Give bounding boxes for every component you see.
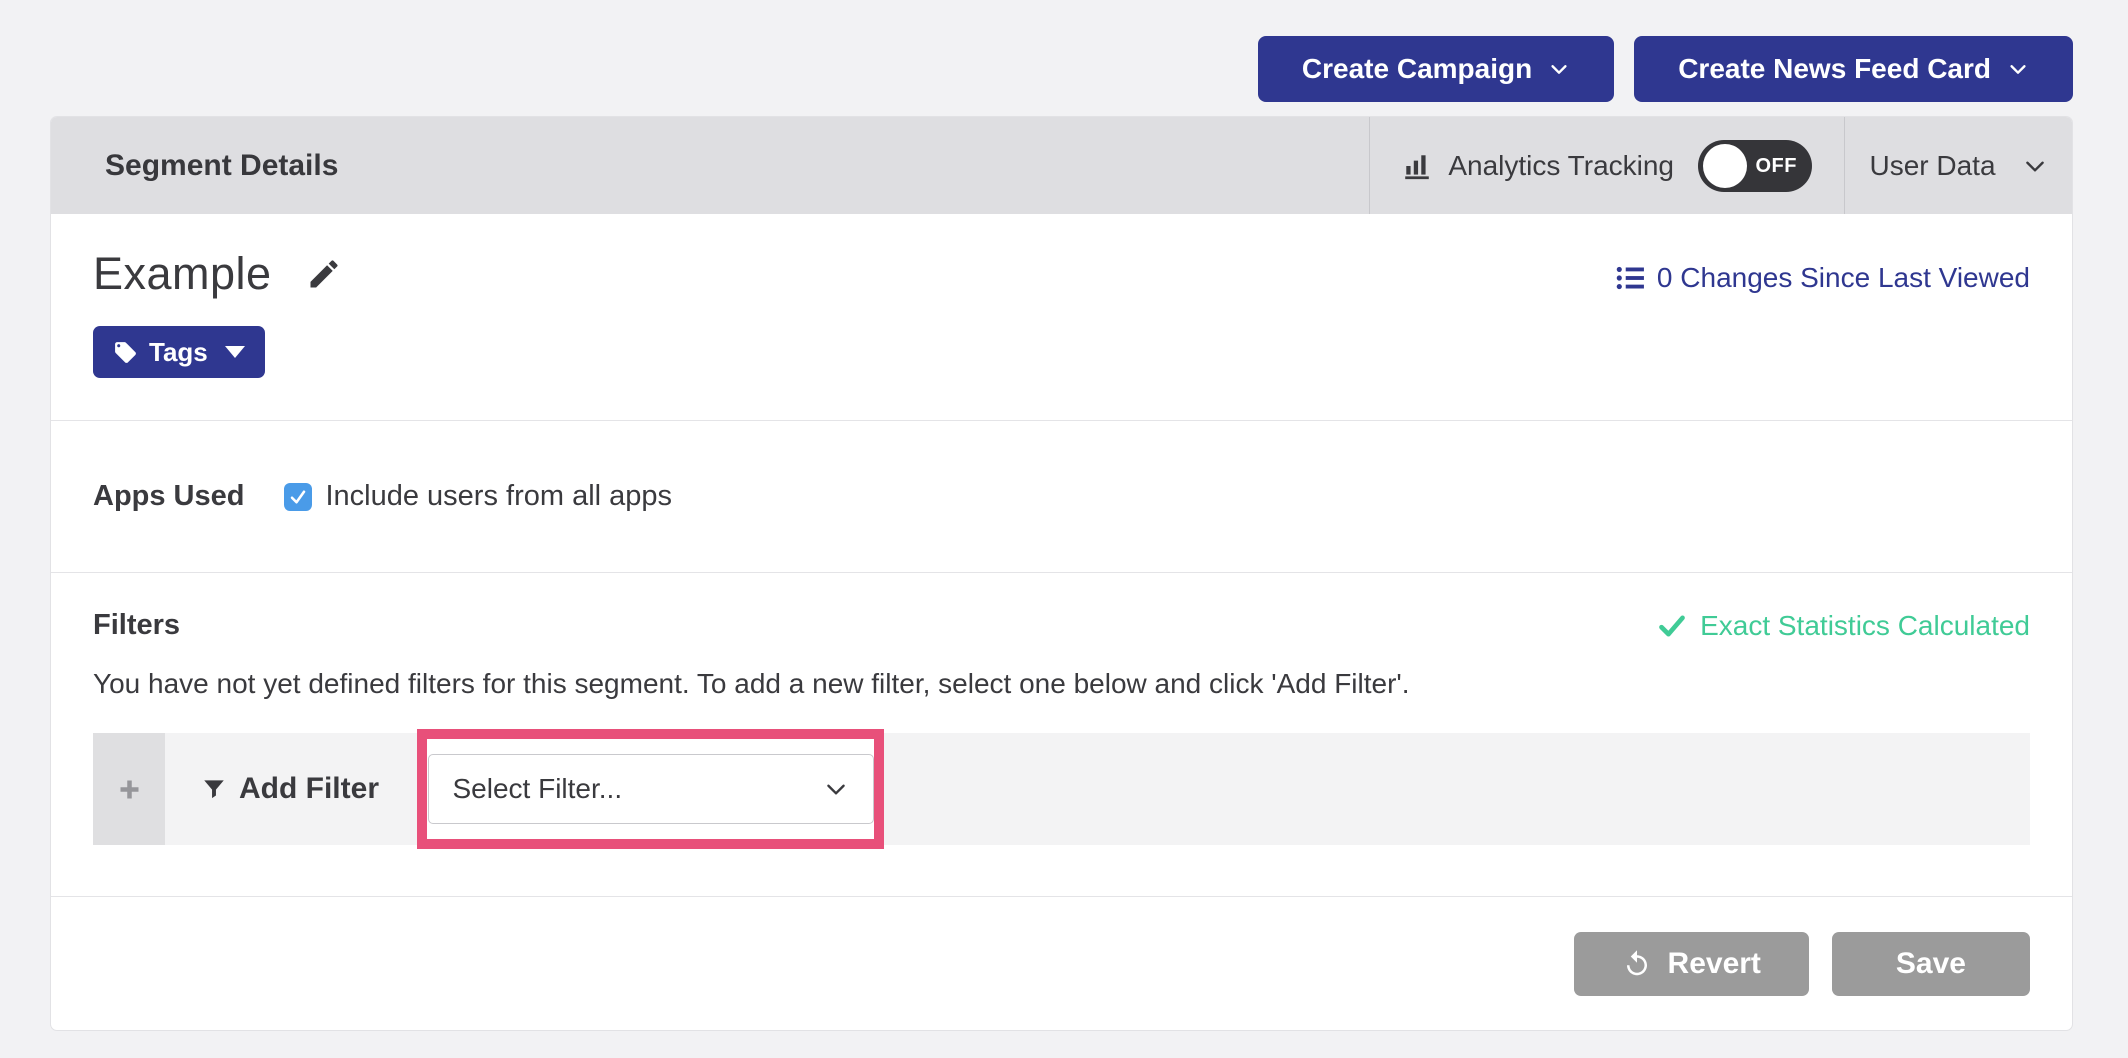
highlight-annotation: Select Filter... xyxy=(417,729,884,849)
add-filter-row-button[interactable] xyxy=(93,733,165,845)
apps-used-label: Apps Used xyxy=(93,480,244,513)
save-label: Save xyxy=(1896,947,1966,981)
top-action-bar: Create Campaign Create News Feed Card xyxy=(1258,36,2073,102)
exact-statistics-label: Exact Statistics Calculated xyxy=(1700,610,2030,642)
segment-name: Example xyxy=(93,248,272,300)
segment-name-section: Example 0 Changes Since Last Viewed xyxy=(51,214,2072,421)
tags-dropdown-button[interactable]: Tags xyxy=(93,326,265,378)
add-filter-row-body: Add Filter Select Filter... xyxy=(165,733,2030,845)
tag-icon xyxy=(113,340,138,365)
card-footer: Revert Save xyxy=(51,897,2072,1030)
filters-label: Filters xyxy=(93,609,180,642)
analytics-tracking-zone: Analytics Tracking OFF xyxy=(1369,117,1845,214)
page-title: Segment Details xyxy=(105,149,338,183)
checkmark-icon xyxy=(289,488,307,506)
rotate-ccw-icon xyxy=(1622,949,1652,979)
header-spacer xyxy=(338,117,1369,214)
segment-title-wrap: Example xyxy=(93,248,346,300)
apps-used-section: Apps Used Include users from all apps xyxy=(51,421,2072,573)
create-news-feed-card-label: Create News Feed Card xyxy=(1678,53,1991,85)
user-data-dropdown[interactable]: User Data xyxy=(1845,117,2072,214)
filter-select-value: Select Filter... xyxy=(453,773,623,805)
caret-down-icon xyxy=(225,346,245,358)
chevron-down-icon xyxy=(823,776,849,802)
revert-button[interactable]: Revert xyxy=(1574,932,1809,996)
add-filter-row: Add Filter Select Filter... xyxy=(93,733,2030,845)
checkmark-icon xyxy=(1658,612,1686,640)
funnel-icon xyxy=(201,776,227,802)
bar-chart-icon xyxy=(1402,151,1432,181)
chevron-down-icon xyxy=(2022,153,2048,179)
filters-header-row: Filters Exact Statistics Calculated xyxy=(93,609,2030,642)
list-icon xyxy=(1615,263,1645,293)
chevron-down-icon xyxy=(2007,58,2029,80)
card-header: Segment Details Analytics Tracking OFF U… xyxy=(51,117,2072,214)
segment-details-card: Segment Details Analytics Tracking OFF U… xyxy=(50,116,2073,1031)
analytics-tracking-toggle[interactable]: OFF xyxy=(1698,140,1812,192)
filters-empty-message: You have not yet defined filters for thi… xyxy=(93,668,2030,700)
chevron-down-icon xyxy=(1548,58,1570,80)
user-data-label: User Data xyxy=(1869,150,1995,182)
changes-since-last-viewed-link[interactable]: 0 Changes Since Last Viewed xyxy=(1615,262,2030,294)
create-news-feed-card-button[interactable]: Create News Feed Card xyxy=(1634,36,2073,102)
toggle-knob xyxy=(1703,144,1747,188)
add-filter-label: Add Filter xyxy=(239,772,379,806)
analytics-tracking-label: Analytics Tracking xyxy=(1448,150,1674,182)
create-campaign-button[interactable]: Create Campaign xyxy=(1258,36,1614,102)
changes-link-label: 0 Changes Since Last Viewed xyxy=(1657,262,2030,294)
tags-button-label: Tags xyxy=(149,337,208,368)
include-all-apps-checkbox[interactable] xyxy=(284,483,312,511)
add-filter-label-group: Add Filter xyxy=(201,772,379,806)
include-all-apps-option: Include users from all apps xyxy=(284,480,672,513)
filter-select-dropdown[interactable]: Select Filter... xyxy=(428,754,874,824)
save-button[interactable]: Save xyxy=(1832,932,2030,996)
pencil-icon xyxy=(306,256,342,292)
exact-statistics-status: Exact Statistics Calculated xyxy=(1658,610,2030,642)
edit-name-button[interactable] xyxy=(302,252,346,296)
filters-section: Filters Exact Statistics Calculated You … xyxy=(51,573,2072,897)
toggle-state-label: OFF xyxy=(1756,140,1798,192)
revert-label: Revert xyxy=(1668,947,1761,981)
segment-name-row: Example 0 Changes Since Last Viewed xyxy=(93,248,2030,300)
plus-icon xyxy=(116,776,143,803)
create-campaign-label: Create Campaign xyxy=(1302,53,1532,85)
include-all-apps-label: Include users from all apps xyxy=(325,480,672,513)
